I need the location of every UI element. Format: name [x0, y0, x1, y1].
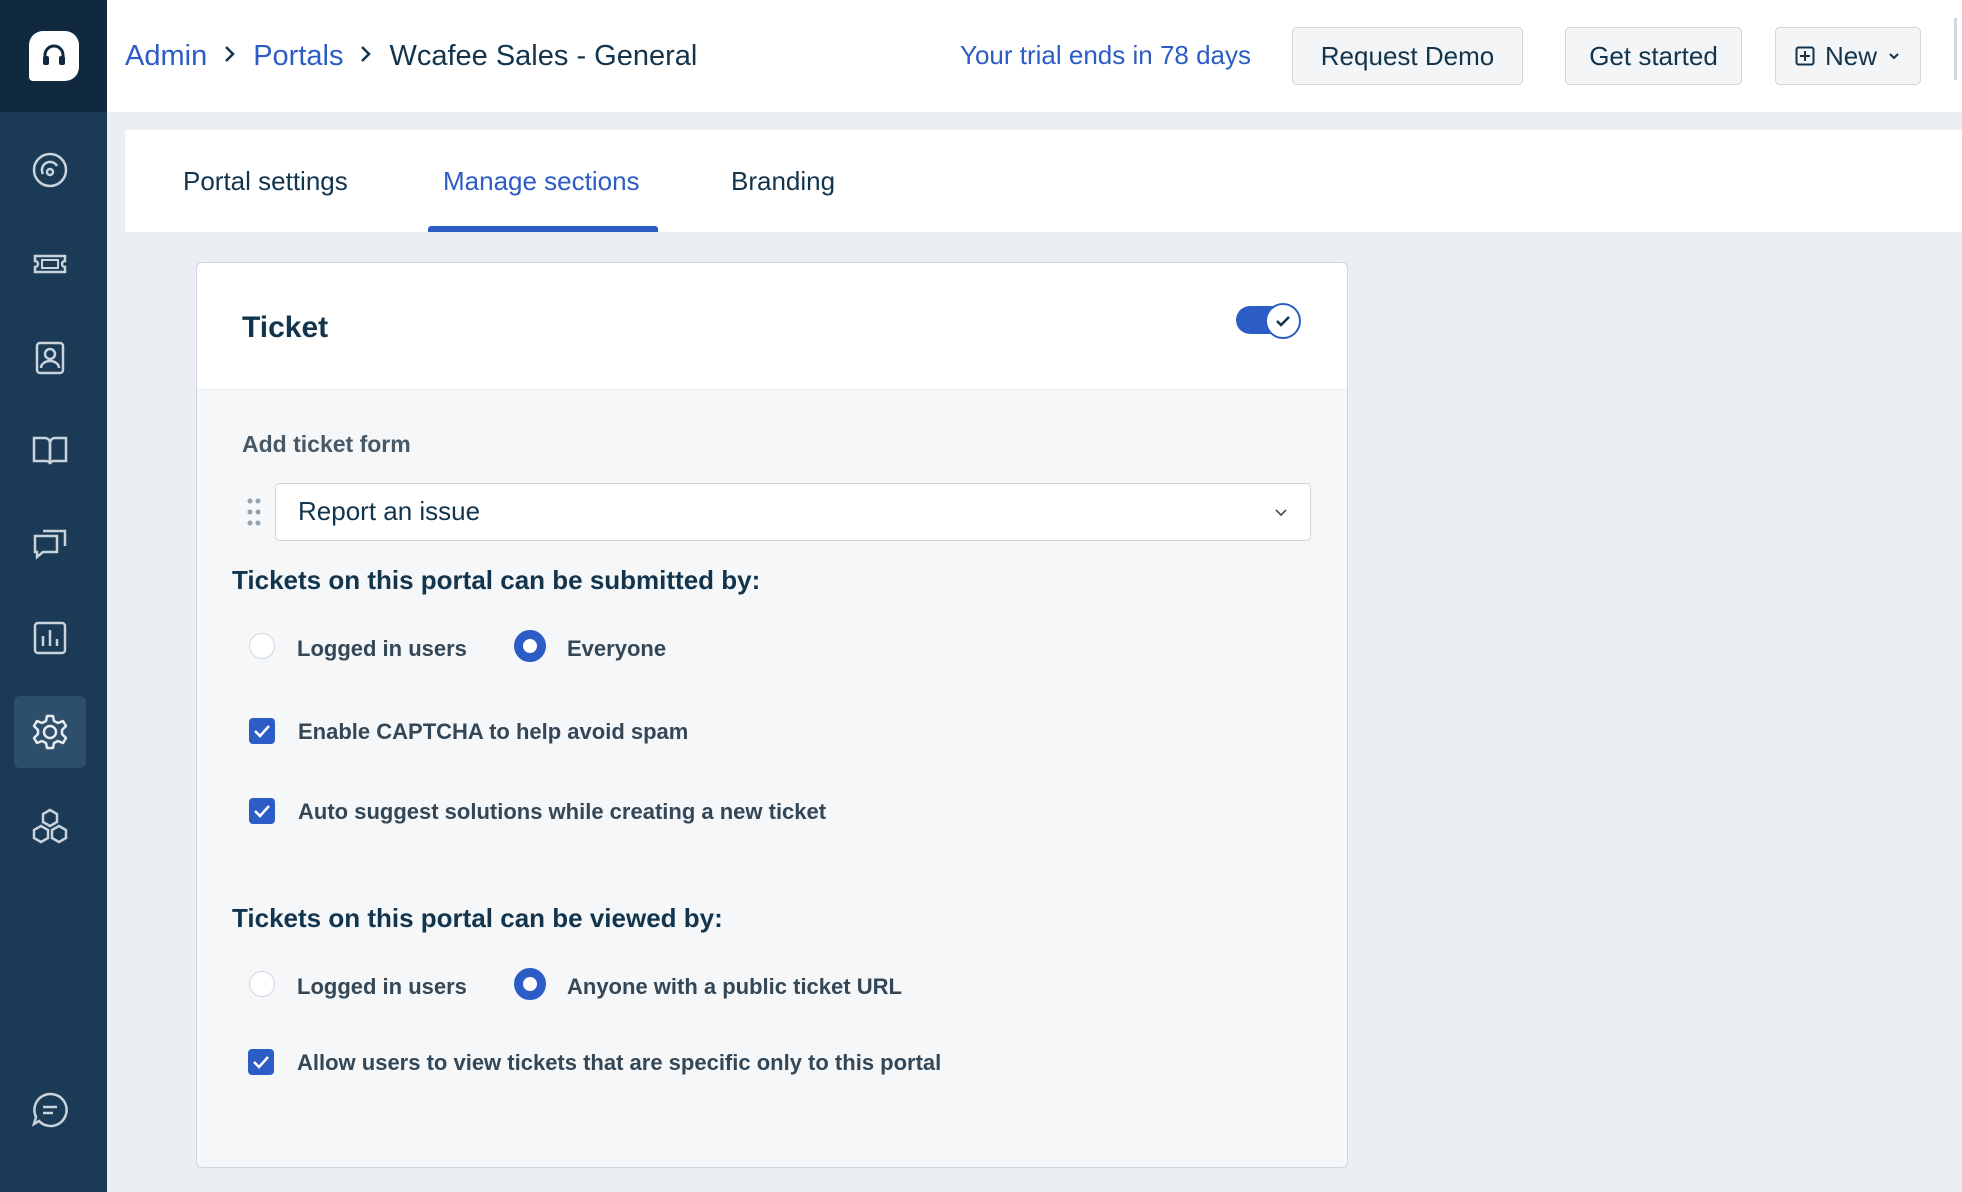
chevron-down-icon	[1889, 53, 1899, 60]
sidebar	[0, 0, 107, 1192]
nav-chat[interactable]	[14, 1074, 86, 1146]
plus-square-icon	[1795, 46, 1815, 66]
check-icon	[253, 1056, 269, 1069]
submit-logged-in-radio[interactable]	[249, 633, 275, 659]
active-tab-indicator	[428, 226, 658, 232]
forums-icon	[33, 529, 67, 560]
request-demo-button[interactable]: Request Demo	[1292, 27, 1523, 85]
chevron-right-icon	[223, 42, 237, 70]
view-public-url-radio[interactable]	[514, 968, 546, 1000]
add-ticket-form-label: Add ticket form	[242, 431, 411, 457]
captcha-checkbox[interactable]	[249, 718, 275, 744]
drag-handle-icon[interactable]	[246, 497, 262, 527]
page-title: Wcafee Sales - General	[389, 39, 698, 72]
gear-icon	[32, 714, 68, 750]
view-logged-in-label: Logged in users	[297, 974, 467, 999]
logo-area	[0, 0, 107, 112]
get-started-button[interactable]: Get started	[1565, 27, 1742, 85]
view-public-url-label: Anyone with a public ticket URL	[567, 974, 902, 999]
portal-specific-label: Allow users to view tickets that are spe…	[297, 1050, 942, 1075]
tab-branding[interactable]: Branding	[731, 166, 835, 197]
dashboard-icon	[32, 152, 68, 188]
nav-reports[interactable]	[14, 602, 86, 674]
view-logged-in-radio[interactable]	[249, 971, 275, 997]
nav-admin-settings[interactable]	[14, 696, 86, 768]
contacts-icon	[35, 341, 65, 375]
ticket-section-toggle[interactable]	[1236, 303, 1302, 339]
ticket-form-select[interactable]: Report an issue	[275, 483, 1311, 541]
ticket-form-selected-value: Report an issue	[298, 496, 481, 526]
nav-forums[interactable]	[14, 508, 86, 580]
check-icon	[254, 805, 270, 818]
submit-logged-in-label: Logged in users	[297, 636, 467, 661]
section-header: Ticket	[197, 263, 1347, 390]
divider	[1954, 18, 1957, 80]
tab-portal-settings[interactable]: Portal settings	[183, 166, 348, 197]
viewed-by-heading: Tickets on this portal can be viewed by:	[232, 903, 723, 933]
autosuggest-checkbox[interactable]	[249, 798, 275, 824]
ticket-section-card: Ticket Add ticket form Report an issue T…	[196, 262, 1348, 1168]
new-button[interactable]: New	[1775, 27, 1921, 85]
top-header: Admin Portals Wcafee Sales - General You…	[107, 0, 1962, 112]
check-icon	[254, 725, 270, 738]
tab-bar: Portal settings Manage sections Branding	[125, 130, 1962, 232]
section-title: Ticket	[242, 311, 329, 344]
nav-tickets[interactable]	[14, 228, 86, 300]
tab-manage-sections[interactable]: Manage sections	[443, 166, 640, 197]
chevron-down-icon	[1275, 509, 1287, 517]
trial-link[interactable]: Your trial ends in 78 days	[960, 40, 1251, 71]
tickets-icon	[33, 254, 67, 274]
breadcrumb-portals-link[interactable]: Portals	[253, 40, 343, 73]
nav-dashboard[interactable]	[14, 134, 86, 206]
captcha-label: Enable CAPTCHA to help avoid spam	[298, 719, 689, 744]
reports-icon	[33, 621, 67, 655]
submit-everyone-label: Everyone	[567, 636, 667, 661]
solutions-book-icon	[32, 436, 68, 465]
nav-solutions[interactable]	[14, 414, 86, 486]
submitted-by-heading: Tickets on this portal can be submitted …	[232, 565, 761, 595]
check-icon	[1265, 303, 1301, 339]
chat-icon	[31, 1092, 68, 1128]
headset-logo-icon[interactable]	[28, 31, 79, 81]
breadcrumb: Admin Portals Wcafee Sales - General	[125, 36, 697, 76]
autosuggest-label: Auto suggest solutions while creating a …	[298, 799, 827, 824]
apps-icon	[32, 808, 68, 844]
new-button-label: New	[1824, 40, 1877, 71]
submit-everyone-radio[interactable]	[514, 630, 546, 662]
breadcrumb-admin-link[interactable]: Admin	[125, 40, 207, 73]
nav-apps[interactable]	[14, 790, 86, 862]
portal-specific-checkbox[interactable]	[248, 1049, 274, 1075]
chevron-right-icon	[359, 42, 373, 70]
nav-contacts[interactable]	[14, 322, 86, 394]
